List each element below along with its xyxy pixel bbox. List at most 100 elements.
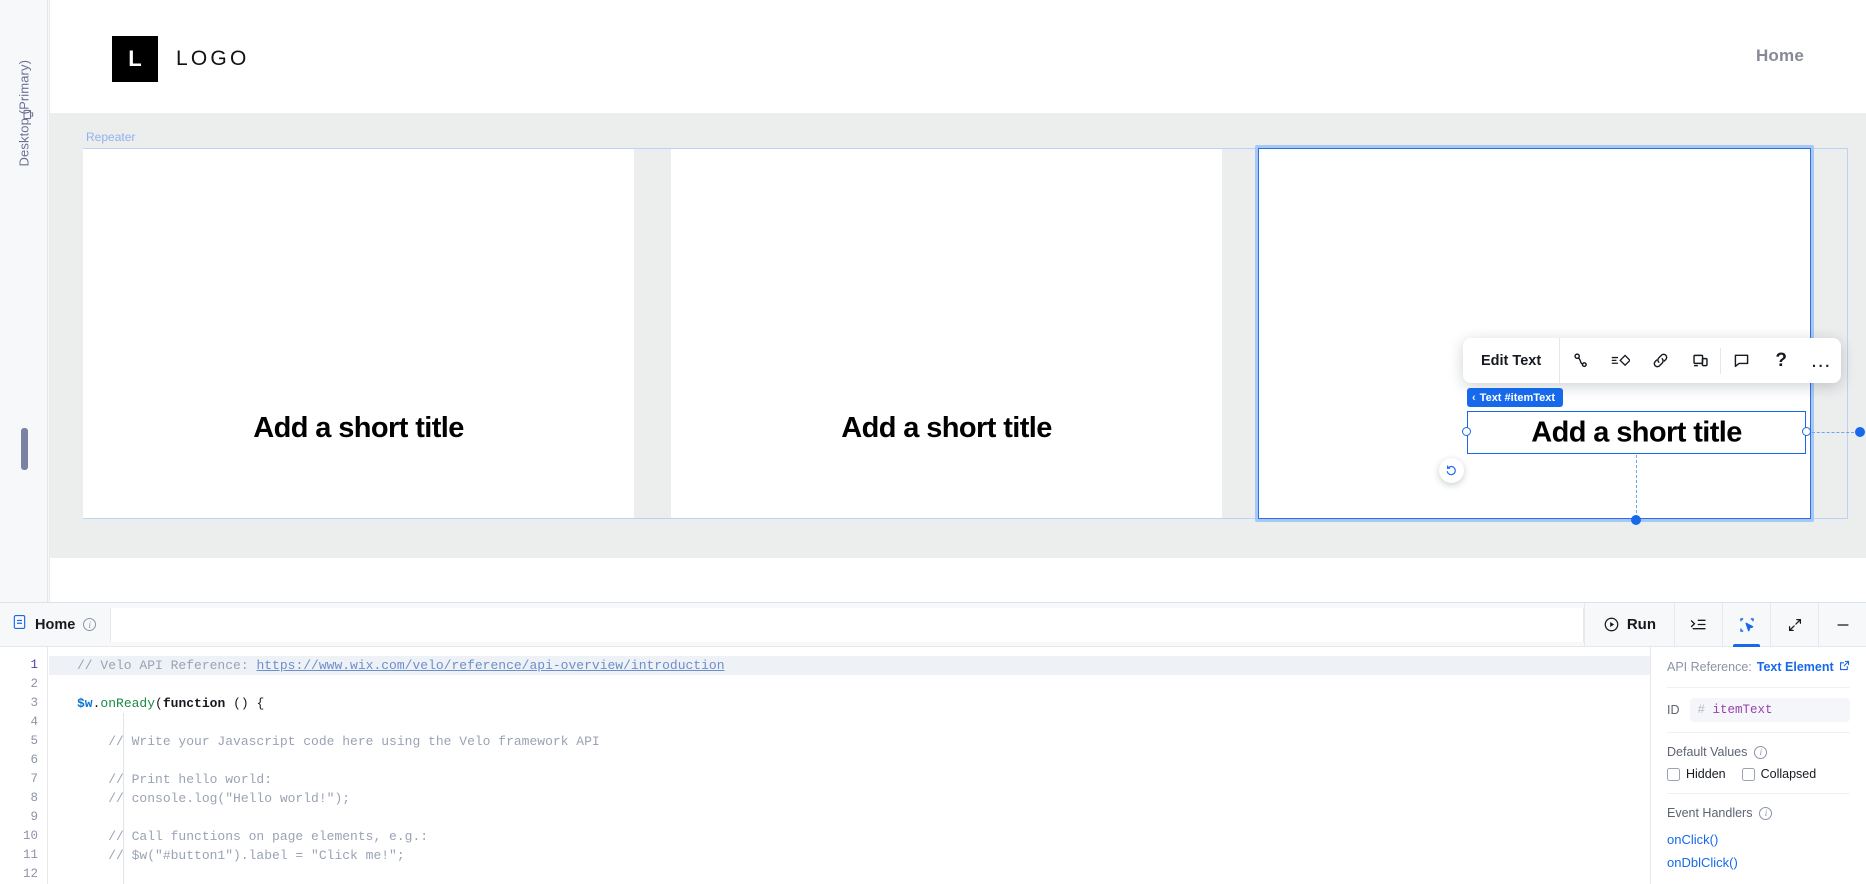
wix-editor-window: Desktop (Primary) L LOGO Home Repeater A… — [0, 0, 1866, 884]
format-code-button[interactable] — [1674, 602, 1722, 647]
line-number: 10 — [22, 829, 38, 843]
line-number: 4 — [30, 715, 38, 729]
line-number: 11 — [22, 848, 38, 862]
code-line: // Write your Javascript code here using… — [77, 734, 600, 749]
element-id-label: ID — [1667, 703, 1680, 717]
info-icon[interactable]: i — [1754, 745, 1768, 759]
default-values-checkboxes: Hidden Collapsed — [1667, 767, 1850, 794]
repeater-item-selected[interactable] — [1259, 149, 1810, 518]
line-number: 2 — [30, 677, 38, 691]
animation-icon[interactable] — [1600, 338, 1640, 383]
element-floating-toolbar: Edit Text ? … — [1463, 338, 1842, 383]
api-reference-row: API Reference: Text Element — [1667, 647, 1850, 688]
code-file-name: Home — [35, 616, 76, 633]
expand-panel-button[interactable] — [1770, 602, 1818, 647]
element-id-input[interactable]: # itemText — [1689, 698, 1850, 722]
help-icon[interactable]: ? — [1761, 338, 1801, 383]
checkbox-label: Collapsed — [1760, 767, 1817, 781]
repeater-label: Repeater — [86, 130, 136, 144]
velo-docs-link[interactable]: https://www.wix.com/velo/reference/api-o… — [256, 658, 724, 673]
default-values-label: Default Values — [1667, 745, 1748, 759]
repeater-item-title[interactable]: Add a short title — [83, 412, 634, 445]
element-properties-panel: API Reference: Text Element ID # itemTex… — [1650, 647, 1866, 884]
undo-icon[interactable] — [1439, 458, 1464, 483]
default-values-heading: Default Values i — [1667, 733, 1850, 767]
api-reference-link[interactable]: Text Element — [1757, 660, 1834, 674]
event-handler-ondblclick[interactable]: onDblClick() — [1667, 851, 1850, 874]
code-text-area[interactable]: // Velo API Reference: https://www.wix.c… — [49, 647, 1650, 884]
connect-to-data-icon[interactable] — [1560, 338, 1600, 383]
stage-drag-handle[interactable] — [21, 428, 28, 470]
viewport-rail: Desktop (Primary) — [0, 0, 48, 602]
stage-canvas: L LOGO Home Repeater Add a short title A… — [50, 0, 1866, 602]
code-line: // Call functions on page elements, e.g.… — [77, 829, 429, 844]
chevron-left-icon: ‹ — [1472, 391, 1476, 404]
indent-guide — [123, 713, 124, 884]
element-tag-label: Text #itemText — [1479, 391, 1556, 404]
repeater-item-title[interactable]: Add a short title — [671, 412, 1222, 445]
section-footer-strip — [50, 558, 1866, 602]
run-label: Run — [1626, 616, 1656, 633]
checkbox-box[interactable] — [1667, 767, 1680, 781]
checkbox-hidden[interactable]: Hidden — [1667, 767, 1726, 781]
code-line: // console.log("Hello world!"); — [77, 791, 351, 806]
stretch-handle-bottom[interactable] — [1631, 515, 1641, 525]
line-number: 5 — [30, 734, 38, 748]
event-handler-onclick[interactable]: onClick() — [1667, 828, 1850, 851]
selected-text-element[interactable]: Add a short title — [1467, 411, 1806, 454]
edit-text-button[interactable]: Edit Text — [1463, 338, 1561, 383]
code-file-tab-home[interactable]: Home i — [0, 603, 110, 647]
code-line: // Velo API Reference: https://www.wix.c… — [49, 656, 1650, 675]
api-reference-label: API Reference: — [1667, 660, 1752, 674]
line-number: 7 — [30, 772, 38, 786]
line-number: 6 — [30, 753, 38, 767]
checkbox-collapsed[interactable]: Collapsed — [1741, 767, 1817, 781]
line-number: 8 — [30, 791, 38, 805]
logo-mark: L — [112, 36, 158, 82]
repeater-item[interactable]: Add a short title — [83, 149, 634, 518]
event-handlers-label: Event Handlers — [1667, 806, 1753, 820]
selection-guide-vertical — [1636, 455, 1637, 518]
line-number: 12 — [22, 867, 38, 881]
run-button[interactable]: Run — [1583, 602, 1674, 647]
editor-stage: L LOGO Home Repeater Add a short title A… — [49, 0, 1866, 602]
code-line: // Print hello world: — [77, 772, 273, 787]
line-number: 9 — [30, 810, 38, 824]
info-icon[interactable]: i — [1759, 806, 1773, 820]
info-icon[interactable]: i — [83, 618, 97, 631]
nav-item-home[interactable]: Home — [1756, 46, 1804, 66]
external-link-icon[interactable] — [1839, 660, 1850, 674]
code-comment: // Velo API Reference: — [77, 658, 257, 673]
selected-text-label: Add a short title — [1531, 416, 1742, 448]
repeater-item[interactable]: Add a short title — [671, 149, 1222, 518]
code-tab-empty-area — [110, 607, 1584, 642]
element-selector-button[interactable] — [1722, 602, 1770, 647]
line-number-gutter: 12345678910111213 — [0, 647, 48, 884]
site-logo[interactable]: L LOGO — [112, 36, 249, 82]
hash-icon: # — [1697, 703, 1706, 717]
element-tag-pill[interactable]: ‹ Text #itemText — [1467, 388, 1564, 407]
code-panel-toolbar: Home i Run — [0, 602, 1866, 647]
comment-icon[interactable] — [1721, 338, 1761, 383]
checkbox-box[interactable] — [1741, 767, 1755, 781]
responsive-behavior-icon[interactable] — [1680, 338, 1720, 383]
minimize-panel-button[interactable] — [1818, 602, 1866, 647]
more-options-icon[interactable]: … — [1801, 338, 1841, 383]
code-editor[interactable]: 12345678910111213 // Velo API Reference:… — [0, 647, 1650, 884]
checkbox-label: Hidden — [1686, 767, 1726, 781]
element-id-row: ID # itemText — [1667, 688, 1850, 733]
code-line: // $w("#button1").label = "Click me!"; — [77, 848, 405, 863]
code-toolbar-actions: Run — [1583, 602, 1866, 647]
resize-handle-right[interactable] — [1802, 427, 1811, 436]
page-icon — [12, 614, 27, 635]
stretch-handle-right[interactable] — [1855, 427, 1865, 437]
line-number: 1 — [30, 658, 38, 672]
event-handlers-heading: Event Handlers i — [1667, 794, 1850, 828]
resize-handle-left[interactable] — [1462, 427, 1471, 436]
link-icon[interactable] — [1640, 338, 1680, 383]
line-number: 3 — [30, 696, 38, 710]
